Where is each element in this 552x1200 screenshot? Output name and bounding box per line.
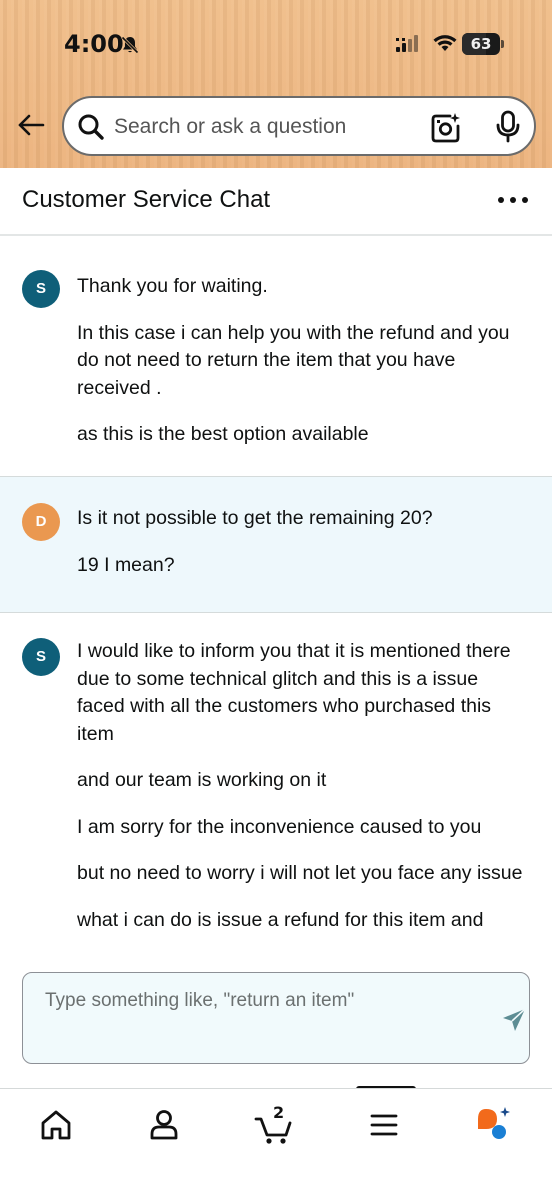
cellular-signal-icon <box>396 35 418 52</box>
message-line: but no need to worry i will not let you … <box>77 862 523 884</box>
nav-home[interactable] <box>34 1103 78 1147</box>
message-line: I am sorry for the inconvenience caused … <box>77 815 482 838</box>
chat-message-agent: S Thank you for waiting. In this case i … <box>0 236 552 476</box>
search-input[interactable] <box>114 108 414 146</box>
message-input[interactable] <box>45 985 465 1017</box>
message-line: 19 I mean? <box>77 553 175 576</box>
status-bar: 4:00 63 <box>0 0 552 90</box>
user-avatar: D <box>22 503 60 541</box>
account-icon <box>150 1110 178 1140</box>
nav-rufus[interactable] <box>472 1103 516 1147</box>
message-line: In this case i can help you with the ref… <box>77 321 510 399</box>
wifi-icon <box>433 35 457 51</box>
rufus-assistant-icon <box>478 1107 510 1139</box>
status-time: 4:00 <box>64 30 124 58</box>
back-arrow-icon[interactable] <box>16 110 46 140</box>
message-body: Is it not possible to get the remaining … <box>77 505 527 598</box>
message-composer[interactable] <box>22 972 530 1064</box>
message-line: and our team is working on it <box>77 769 327 791</box>
camera-lens-icon[interactable] <box>430 112 462 144</box>
battery-indicator: 63 <box>462 33 504 55</box>
nav-cart[interactable]: 2 <box>252 1103 296 1147</box>
message-line: what i can do is issue a refund for this… <box>77 908 484 931</box>
battery-body: 63 <box>462 33 500 55</box>
agent-avatar: S <box>22 638 60 676</box>
nav-menu[interactable] <box>362 1103 406 1147</box>
home-icon <box>41 1110 71 1140</box>
agent-avatar: S <box>22 270 60 308</box>
search-bar[interactable] <box>62 96 536 156</box>
chat-header: Customer Service Chat <box>0 168 552 236</box>
bell-muted-icon <box>121 36 139 54</box>
bottom-nav: 2 <box>0 1088 552 1200</box>
menu-icon <box>370 1114 398 1136</box>
message-line: Thank you for waiting. <box>77 275 268 297</box>
message-line: as this is the best option available <box>77 423 369 445</box>
chat-title: Customer Service Chat <box>22 186 271 213</box>
battery-level-text: 63 <box>470 35 492 53</box>
chat-message-user: D Is it not possible to get the remainin… <box>0 476 552 613</box>
cart-count-badge: 2 <box>273 1103 285 1122</box>
message-body: I would like to inform you that it is me… <box>77 638 527 953</box>
top-header: 4:00 63 <box>0 0 552 168</box>
message-line: I would like to inform you that it is me… <box>77 640 511 745</box>
message-body: Thank you for waiting. In this case i ca… <box>77 273 527 468</box>
message-line: Is it not possible to get the remaining … <box>77 507 433 529</box>
chat-message-agent: S I would like to inform you that it is … <box>0 613 552 960</box>
chat-messages[interactable]: S Thank you for waiting. In this case i … <box>0 236 552 960</box>
nav-account[interactable] <box>142 1103 186 1147</box>
send-icon[interactable] <box>501 1007 527 1033</box>
search-icon <box>78 114 104 140</box>
battery-nub <box>501 40 504 48</box>
more-options-icon[interactable] <box>496 190 530 210</box>
microphone-icon[interactable] <box>494 110 522 144</box>
